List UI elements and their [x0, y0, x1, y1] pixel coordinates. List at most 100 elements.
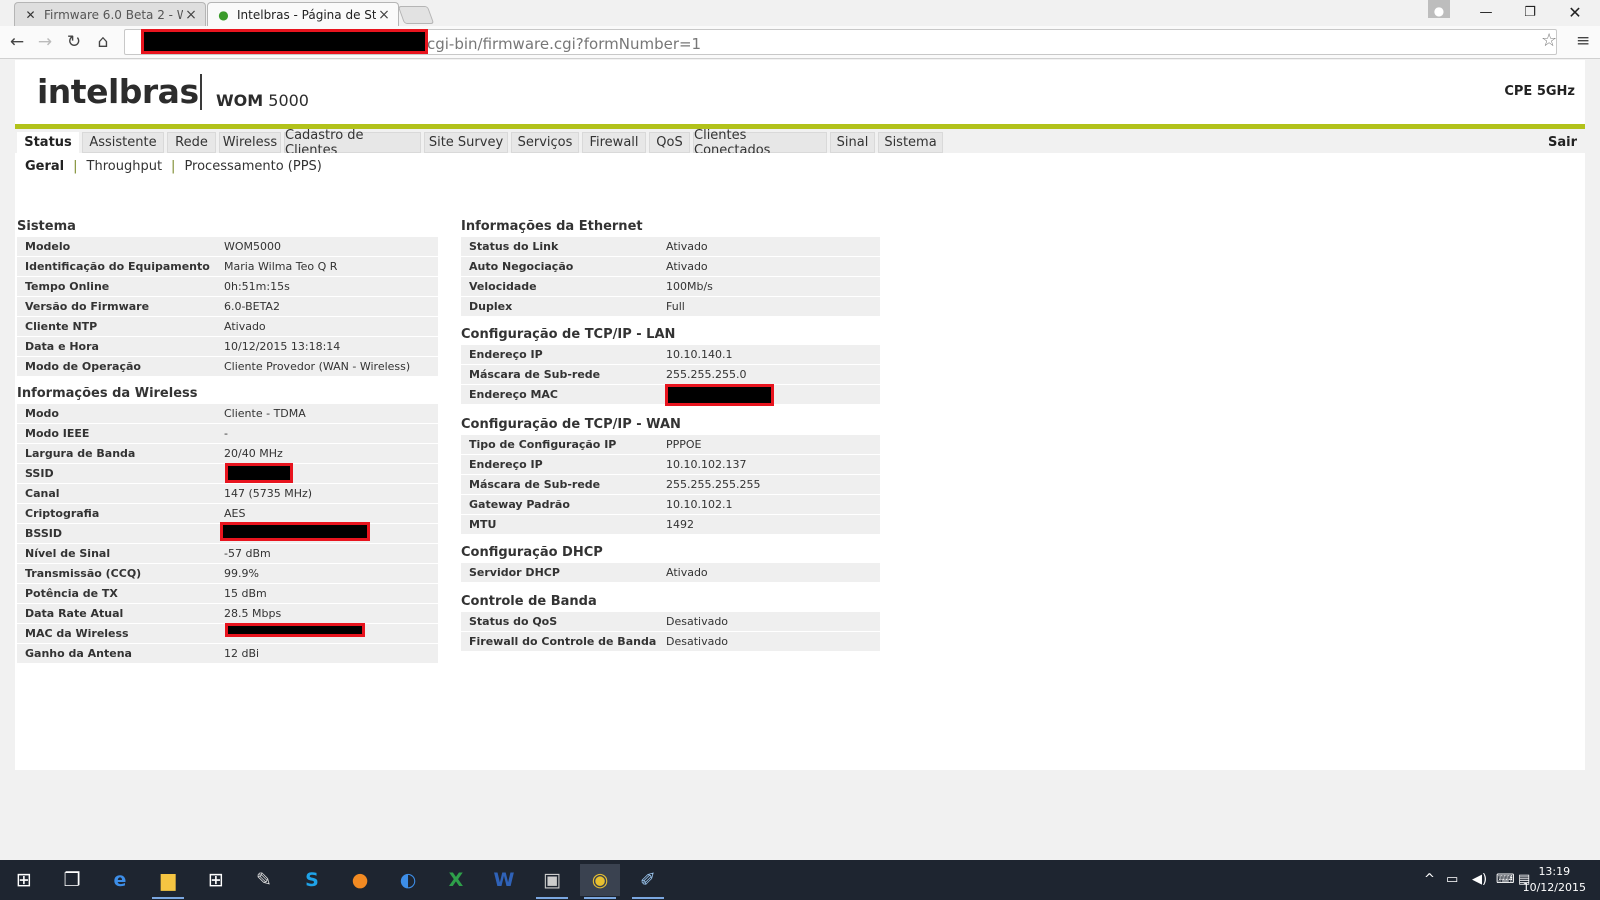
device-type: CPE 5GHz [1504, 84, 1575, 99]
close-window-icon[interactable]: ✕ [1553, 0, 1597, 24]
row-label: Transmissão (CCQ) [25, 567, 142, 580]
profile-icon[interactable]: ● [1428, 0, 1450, 18]
row-value: Cliente - TDMA [224, 407, 306, 420]
table-row: Data e Hora 10/12/2015 13:18:14 [17, 337, 438, 357]
nav-site-survey[interactable]: Site Survey [424, 132, 508, 153]
nav-cadastro-clientes[interactable]: Cadastro de Clientes [284, 128, 421, 158]
row-label: Tipo de Configuração IP [469, 438, 617, 451]
table-row: Criptografia AES [17, 504, 438, 524]
taskbar-clock[interactable]: 13:19 10/12/2015 [1523, 864, 1586, 896]
browser-tab-intelbras[interactable]: ● Intelbras - Página de Statu × [207, 2, 399, 27]
table-row: Canal 147 (5735 MHz) [17, 484, 438, 504]
nav-sistema[interactable]: Sistema [878, 132, 943, 153]
table-row: Status do Link Ativado [461, 237, 880, 257]
table-row: Cliente NTP Ativado [17, 317, 438, 337]
table-row: Endereço IP 10.10.140.1 [461, 345, 880, 365]
row-value: 0h:51m:15s [224, 280, 290, 293]
row-label: Modo de Operação [25, 360, 141, 373]
nav-wireless[interactable]: Wireless [219, 132, 281, 153]
row-label: Servidor DHCP [469, 566, 560, 579]
paint-icon[interactable]: ✐ [628, 864, 668, 899]
task-view-icon[interactable]: ❐ [52, 864, 92, 896]
nav-rede[interactable]: Rede [167, 132, 216, 153]
nav-sinal[interactable]: Sinal [830, 132, 875, 153]
main-nav: Status Assistente Rede Wireless Cadastro… [15, 128, 1585, 158]
row-value: WOM5000 [224, 240, 282, 253]
notepad-icon[interactable]: ✎ [244, 864, 284, 896]
browser-tab-firmware[interactable]: ✕ Firmware 6.0 Beta 2 - WOM × [14, 2, 206, 26]
nav-status[interactable]: Status [17, 132, 79, 153]
edge-icon[interactable]: e [100, 864, 140, 896]
keyboard-icon[interactable]: ⌨ [1496, 872, 1515, 887]
table-row: Ganho da Antena 12 dBi [17, 644, 438, 664]
subnav-processamento[interactable]: Processamento (PPS) [184, 159, 321, 174]
nav-qos[interactable]: QoS [649, 132, 690, 153]
minimize-icon[interactable]: — [1464, 0, 1508, 24]
file-explorer-icon[interactable]: ▆ [148, 864, 188, 899]
nav-servicos[interactable]: Serviços [511, 132, 579, 153]
browser-tab-title: Firmware 6.0 Beta 2 - WOM [44, 7, 183, 22]
new-tab-button[interactable] [397, 6, 435, 24]
nav-firewall[interactable]: Firewall [582, 132, 646, 153]
nav-clientes-conectados[interactable]: Clientes Conectados [693, 128, 827, 158]
row-value: 10/12/2015 13:18:14 [224, 340, 341, 353]
row-value: AES [224, 507, 246, 520]
clock-time: 13:19 [1538, 865, 1571, 878]
row-label: Canal [25, 487, 60, 500]
skype-icon[interactable]: S [292, 864, 332, 896]
nav-assistente[interactable]: Assistente [82, 132, 164, 153]
row-label: Endereço IP [469, 348, 543, 361]
chrome-menu-icon[interactable]: ≡ [1576, 31, 1590, 51]
device-model-bold: WOM [216, 91, 264, 110]
subnav-geral[interactable]: Geral [25, 159, 64, 174]
subnav-throughput[interactable]: Throughput [87, 159, 163, 174]
row-label: Status do Link [469, 240, 559, 253]
table-row: Identificação do Equipamento Maria Wilma … [17, 257, 438, 277]
table-row: Endereço IP 10.10.102.137 [461, 455, 880, 475]
restore-icon[interactable]: ❐ [1508, 0, 1552, 24]
section-title-wireless: Informações da Wireless [17, 386, 198, 401]
home-icon[interactable]: ⌂ [92, 31, 114, 53]
close-tab-icon[interactable]: × [183, 7, 199, 23]
back-icon[interactable]: ← [6, 31, 28, 53]
row-value: Ativado [666, 260, 708, 273]
logout-link[interactable]: Sair [1548, 135, 1577, 150]
firefox-icon[interactable]: ● [340, 864, 380, 896]
row-value: Ativado [666, 566, 708, 579]
row-label: Endereço MAC [469, 388, 559, 401]
row-label: Data Rate Atual [25, 607, 124, 620]
row-value: 147 (5735 MHz) [224, 487, 313, 500]
section-title-wan: Configuração de TCP/IP - WAN [461, 417, 681, 432]
store-icon[interactable]: ⊞ [196, 864, 236, 896]
row-label: Data e Hora [25, 340, 99, 353]
table-row: Modo IEEE - [17, 424, 438, 444]
table-row: Duplex Full [461, 297, 880, 317]
row-value: -57 dBm [224, 547, 271, 560]
media-app-icon[interactable]: ▣ [532, 864, 572, 899]
forward-icon[interactable]: → [34, 31, 56, 53]
chrome-icon[interactable]: ◉ [580, 864, 620, 899]
row-value: 20/40 MHz [224, 447, 283, 460]
reload-icon[interactable]: ↻ [63, 31, 85, 53]
row-label: SSID [25, 467, 54, 480]
excel-icon[interactable]: X [436, 864, 476, 896]
windows-start-icon[interactable]: ⊞ [4, 864, 44, 896]
table-row: Modo de Operação Cliente Provedor (WAN - … [17, 357, 438, 377]
row-value: Ativado [224, 320, 266, 333]
bookmark-star-icon[interactable]: ☆ [1541, 30, 1557, 51]
tray-chevron-icon[interactable]: ^ [1424, 872, 1435, 887]
windows-taskbar: ⊞ ❐ e ▆ ⊞ ✎ S ● ◐ X W ▣ ◉ ✐ ^ ▭ ◀) ⌨ ▤ 1… [0, 860, 1600, 900]
redacted-wireless-mac [225, 623, 365, 637]
row-label: MTU [469, 518, 497, 531]
close-tab-icon[interactable]: × [376, 7, 392, 23]
row-label: Cliente NTP [25, 320, 98, 333]
volume-icon[interactable]: ◀) [1472, 872, 1487, 887]
table-row: Firewall do Controle de Banda Desativado [461, 632, 880, 652]
chat-app-icon[interactable]: ◐ [388, 864, 428, 896]
word-icon[interactable]: W [484, 864, 524, 896]
table-row: Potência de TX 15 dBm [17, 584, 438, 604]
row-label: Endereço IP [469, 458, 543, 471]
network-icon[interactable]: ▭ [1446, 872, 1458, 887]
row-value: Ativado [666, 240, 708, 253]
row-label: Ganho da Antena [25, 647, 132, 660]
